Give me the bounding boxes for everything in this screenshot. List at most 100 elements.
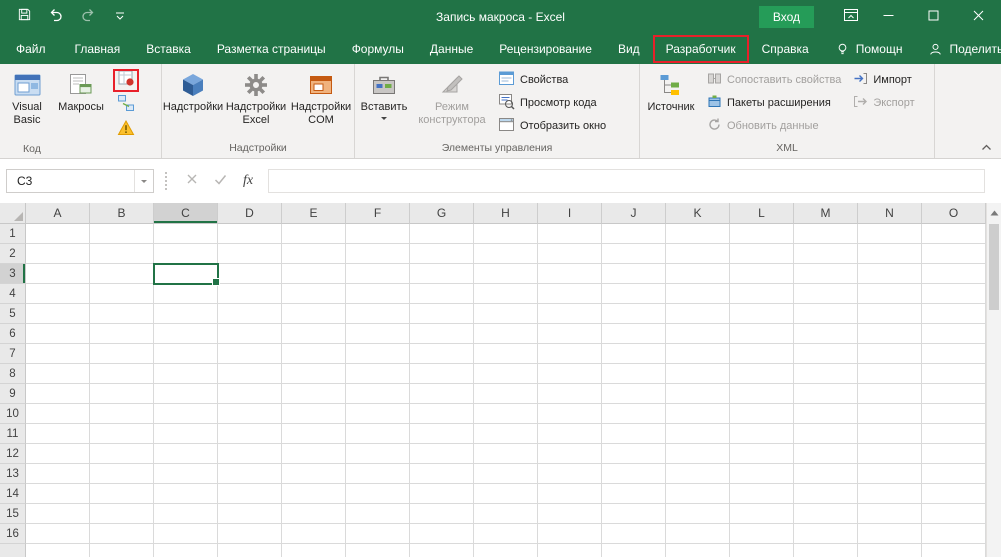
row-header-10[interactable]: 10	[0, 404, 26, 424]
cell-J9[interactable]	[602, 384, 666, 404]
cell-L9[interactable]	[730, 384, 794, 404]
cell-L6[interactable]	[730, 324, 794, 344]
cell-F14[interactable]	[346, 484, 410, 504]
cell-J[interactable]	[602, 544, 666, 557]
cell-H6[interactable]	[474, 324, 538, 344]
cell-A4[interactable]	[26, 284, 90, 304]
cell-K5[interactable]	[666, 304, 730, 324]
cell-N7[interactable]	[858, 344, 922, 364]
cell-F8[interactable]	[346, 364, 410, 384]
cell-M9[interactable]	[794, 384, 858, 404]
cell-C7[interactable]	[154, 344, 218, 364]
cell-N16[interactable]	[858, 524, 922, 544]
cell-G14[interactable]	[410, 484, 474, 504]
cell-B10[interactable]	[90, 404, 154, 424]
view-code-button[interactable]: Просмотр кода	[494, 93, 601, 113]
cell-F4[interactable]	[346, 284, 410, 304]
cell-A[interactable]	[26, 544, 90, 557]
cell-L13[interactable]	[730, 464, 794, 484]
cell-K12[interactable]	[666, 444, 730, 464]
cell-E3[interactable]	[282, 264, 346, 284]
cell-L8[interactable]	[730, 364, 794, 384]
cell-J16[interactable]	[602, 524, 666, 544]
cell-J6[interactable]	[602, 324, 666, 344]
save-button[interactable]	[9, 2, 39, 32]
cell-J13[interactable]	[602, 464, 666, 484]
cell-H12[interactable]	[474, 444, 538, 464]
insert-control-button[interactable]: Вставить	[356, 66, 412, 123]
vertical-scrollbar[interactable]	[986, 203, 1001, 557]
cell-B6[interactable]	[90, 324, 154, 344]
insert-function-button[interactable]: fx	[234, 169, 262, 193]
cell-G12[interactable]	[410, 444, 474, 464]
cell-M16[interactable]	[794, 524, 858, 544]
cell-B[interactable]	[90, 544, 154, 557]
cell-E12[interactable]	[282, 444, 346, 464]
column-header-N[interactable]: N	[858, 203, 922, 224]
cell-L7[interactable]	[730, 344, 794, 364]
share-button[interactable]: Поделиться	[915, 34, 1001, 64]
cell-C1[interactable]	[154, 224, 218, 244]
row-header-13[interactable]: 13	[0, 464, 26, 484]
cell-O2[interactable]	[922, 244, 986, 264]
cell-N15[interactable]	[858, 504, 922, 524]
cell-A2[interactable]	[26, 244, 90, 264]
column-header-J[interactable]: J	[602, 203, 666, 224]
cell-C10[interactable]	[154, 404, 218, 424]
cell-K2[interactable]	[666, 244, 730, 264]
cell-F9[interactable]	[346, 384, 410, 404]
cell-G7[interactable]	[410, 344, 474, 364]
cell-F15[interactable]	[346, 504, 410, 524]
cell-E16[interactable]	[282, 524, 346, 544]
cell-M7[interactable]	[794, 344, 858, 364]
com-addins-button[interactable]: Надстройки COM	[289, 66, 353, 127]
cell-B8[interactable]	[90, 364, 154, 384]
cell-D10[interactable]	[218, 404, 282, 424]
tab-formulas[interactable]: Формулы	[339, 34, 417, 64]
scroll-up-button[interactable]	[987, 203, 1001, 221]
row-header-5[interactable]: 5	[0, 304, 26, 324]
cell-B13[interactable]	[90, 464, 154, 484]
cell-A16[interactable]	[26, 524, 90, 544]
export-button[interactable]: Экспорт	[849, 93, 918, 113]
cell-A8[interactable]	[26, 364, 90, 384]
cell-F11[interactable]	[346, 424, 410, 444]
cell-L4[interactable]	[730, 284, 794, 304]
cell-H15[interactable]	[474, 504, 538, 524]
cell-K13[interactable]	[666, 464, 730, 484]
cell-H8[interactable]	[474, 364, 538, 384]
cell-J1[interactable]	[602, 224, 666, 244]
cell-L5[interactable]	[730, 304, 794, 324]
tab-review[interactable]: Рецензирование	[486, 34, 605, 64]
cell-M4[interactable]	[794, 284, 858, 304]
cell-G3[interactable]	[410, 264, 474, 284]
cell-C2[interactable]	[154, 244, 218, 264]
cell-E5[interactable]	[282, 304, 346, 324]
cell-H14[interactable]	[474, 484, 538, 504]
cell-H2[interactable]	[474, 244, 538, 264]
cell-L15[interactable]	[730, 504, 794, 524]
xml-source-button[interactable]: Источник	[641, 66, 701, 114]
cell-N13[interactable]	[858, 464, 922, 484]
cell-D6[interactable]	[218, 324, 282, 344]
cell-L3[interactable]	[730, 264, 794, 284]
row-header-15[interactable]: 15	[0, 504, 26, 524]
maximize-button[interactable]	[911, 0, 956, 34]
cell-A1[interactable]	[26, 224, 90, 244]
tab-data[interactable]: Данные	[417, 34, 486, 64]
cell-B12[interactable]	[90, 444, 154, 464]
cell-J5[interactable]	[602, 304, 666, 324]
cell-K3[interactable]	[666, 264, 730, 284]
cell-G4[interactable]	[410, 284, 474, 304]
cell-B14[interactable]	[90, 484, 154, 504]
cell-L2[interactable]	[730, 244, 794, 264]
cell-I4[interactable]	[538, 284, 602, 304]
cell-I12[interactable]	[538, 444, 602, 464]
scrollbar-thumb[interactable]	[989, 224, 999, 310]
cancel-entry-button[interactable]	[178, 169, 206, 193]
cell-G15[interactable]	[410, 504, 474, 524]
cell-D1[interactable]	[218, 224, 282, 244]
cell-H13[interactable]	[474, 464, 538, 484]
cell-D12[interactable]	[218, 444, 282, 464]
cell-D13[interactable]	[218, 464, 282, 484]
